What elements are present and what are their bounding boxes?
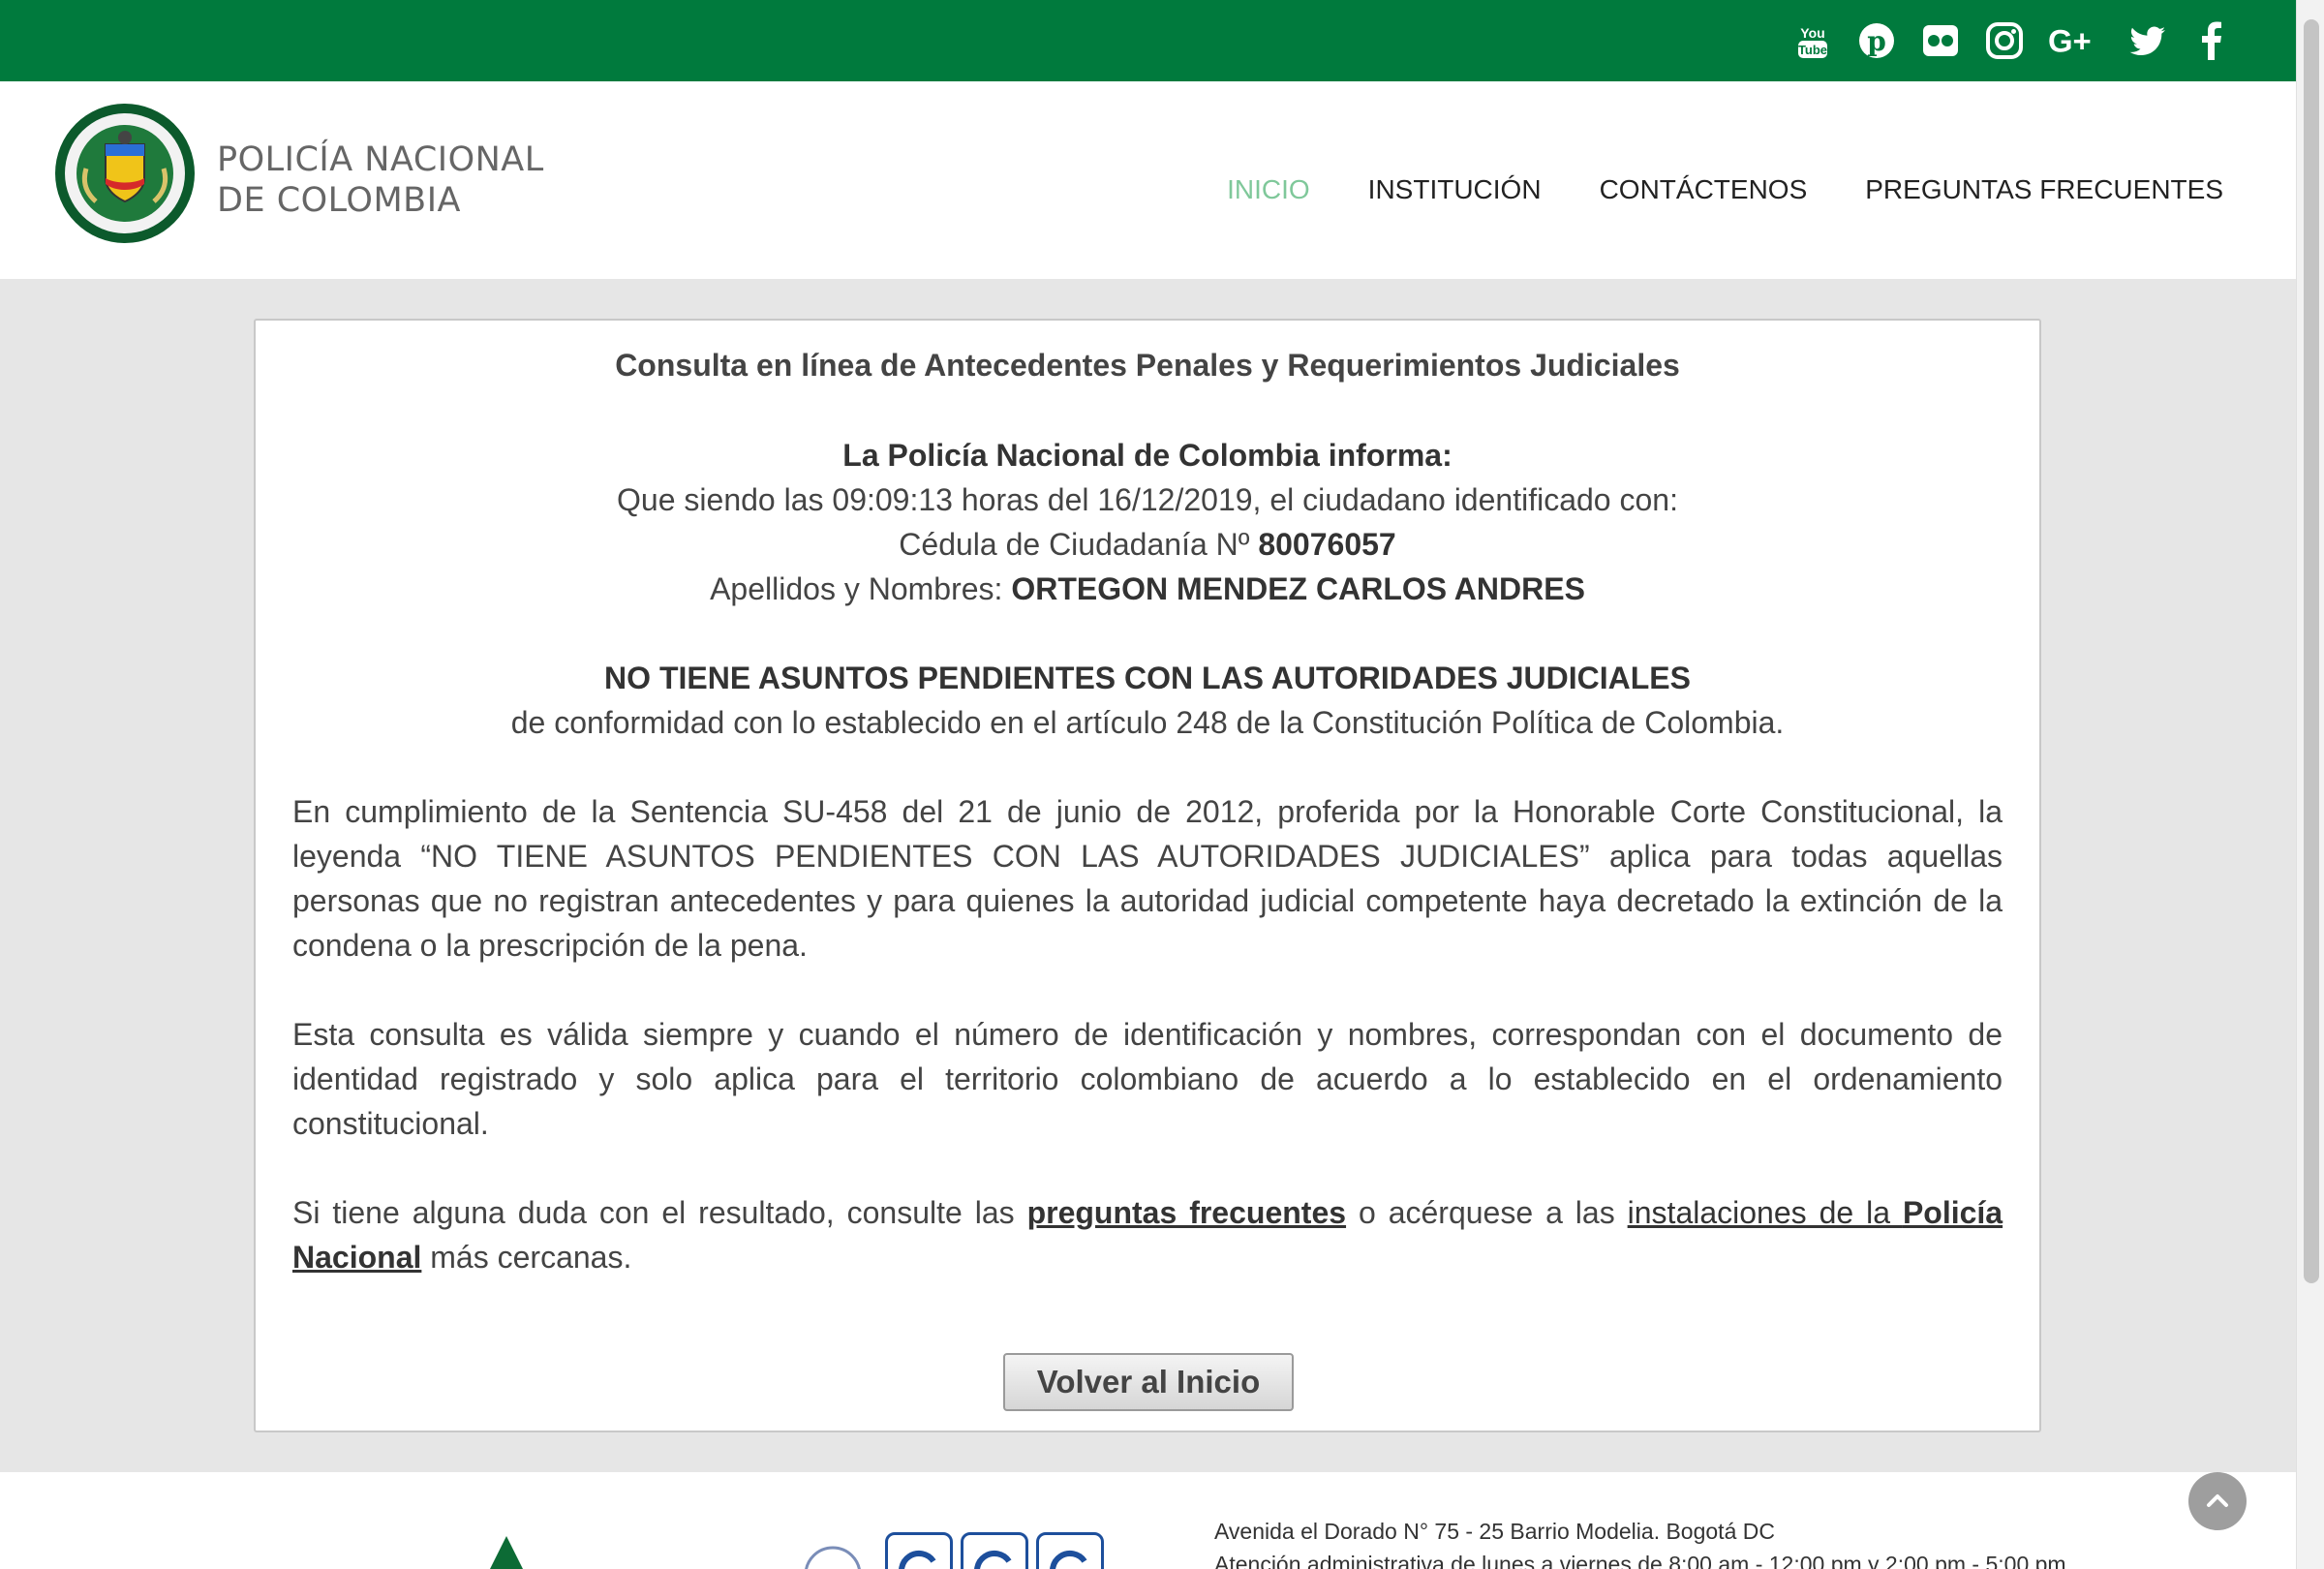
result-status: NO TIENE ASUNTOS PENDIENTES CON LAS AUTO… <box>604 661 1691 695</box>
facebook-icon[interactable] <box>2190 19 2233 62</box>
instagram-icon[interactable] <box>1983 19 2026 62</box>
footer-address: Avenida el Dorado N° 75 - 25 Barrio Mode… <box>1214 1519 1775 1544</box>
citizen-info: La Policía Nacional de Colombia informa:… <box>256 433 2039 611</box>
nav-contactenos[interactable]: CONTÁCTENOS <box>1600 174 1808 205</box>
twitter-icon[interactable] <box>2126 19 2169 62</box>
installations-link-label-a: instalaciones de la <box>1627 1195 1890 1230</box>
result-panel: Consulta en línea de Antecedentes Penale… <box>254 319 2041 1432</box>
footer-certification-logos <box>885 1532 1104 1569</box>
cedula-line: Cédula de Ciudadanía Nº 80076057 <box>256 522 2039 567</box>
site-footer: Avenida el Dorado N° 75 - 25 Barrio Mode… <box>0 1472 2297 1569</box>
result-block: NO TIENE ASUNTOS PENDIENTES CON LAS AUTO… <box>256 656 2039 745</box>
names-label: Apellidos y Nombres: <box>710 571 1003 606</box>
names-value: ORTEGON MENDEZ CARLOS ANDRES <box>1011 571 1585 606</box>
doubt-text-b: o acérquese a las <box>1358 1195 1615 1230</box>
footer-triangle-logo <box>482 1536 531 1569</box>
chevron-up-icon <box>2207 1494 2228 1507</box>
certification-logo-1 <box>885 1532 953 1569</box>
logo-wordmark[interactable]: POLICÍA NACIONAL DE COLOMBIA <box>217 139 544 221</box>
social-topbar: You Tube p G+ <box>0 0 2297 81</box>
sentencia-paragraph: En cumplimiento de la Sentencia SU-458 d… <box>292 794 2003 963</box>
back-to-top-button[interactable] <box>2188 1472 2247 1530</box>
panel-title: Consulta en línea de Antecedentes Penale… <box>615 348 1680 383</box>
cedula-label: Cédula de Ciudadanía Nº <box>899 527 1250 562</box>
result-note: de conformidad con lo establecido en el … <box>510 705 1785 740</box>
footer-contact: Avenida el Dorado N° 75 - 25 Barrio Mode… <box>1214 1515 2066 1569</box>
back-home-button[interactable]: Volver al Inicio <box>1003 1353 1294 1411</box>
doubt-paragraph: Si tiene alguna duda con el resultado, c… <box>292 1190 2003 1279</box>
scrollbar-thumb[interactable] <box>2304 19 2319 1283</box>
svg-text:G+: G+ <box>2048 23 2092 59</box>
logo-line1: POLICÍA NACIONAL <box>217 140 544 179</box>
cedula-number: 80076057 <box>1258 527 1396 562</box>
certification-logo-2 <box>961 1532 1028 1569</box>
main-nav: INICIO INSTITUCIÓN CONTÁCTENOS PREGUNTAS… <box>1227 174 2223 205</box>
google-plus-icon[interactable]: G+ <box>2047 19 2105 62</box>
footer-hours: Atención administrativa de lunes a viern… <box>1214 1552 2066 1569</box>
flickr-icon[interactable] <box>1919 19 1962 62</box>
svg-text:Tube: Tube <box>1798 43 1827 57</box>
names-line: Apellidos y Nombres: ORTEGON MENDEZ CARL… <box>256 567 2039 611</box>
nav-preguntas-frecuentes[interactable]: PREGUNTAS FRECUENTES <box>1865 174 2223 205</box>
faq-link[interactable]: preguntas frecuentes <box>1027 1195 1346 1230</box>
svg-text:You: You <box>1800 25 1824 41</box>
query-time-line: Que siendo las 09:09:13 horas del 16/12/… <box>617 482 1678 517</box>
youtube-icon[interactable]: You Tube <box>1791 19 1834 62</box>
logo-line2: DE COLOMBIA <box>217 181 461 220</box>
faq-link-label: preguntas frecuentes <box>1026 1195 1347 1230</box>
svg-text:p: p <box>1867 25 1886 57</box>
social-links: You Tube p G+ <box>1791 0 2233 81</box>
footer-seal-logo <box>804 1546 862 1569</box>
nav-inicio[interactable]: INICIO <box>1227 174 1310 205</box>
validity-paragraph: Esta consulta es válida siempre y cuando… <box>292 1017 2003 1141</box>
doubt-text-c: más cercanas. <box>430 1240 632 1275</box>
pinterest-icon[interactable]: p <box>1855 19 1898 62</box>
certification-logo-3 <box>1036 1532 1104 1569</box>
informa-heading: La Policía Nacional de Colombia informa: <box>842 438 1452 473</box>
doubt-text-a: Si tiene alguna duda con el resultado, c… <box>292 1195 1015 1230</box>
page-scrollbar[interactable] <box>2296 0 2324 1569</box>
police-seal-logo[interactable] <box>52 101 198 246</box>
nav-institucion[interactable]: INSTITUCIÓN <box>1368 174 1542 205</box>
site-header: POLICÍA NACIONAL DE COLOMBIA INICIO INST… <box>0 81 2297 279</box>
